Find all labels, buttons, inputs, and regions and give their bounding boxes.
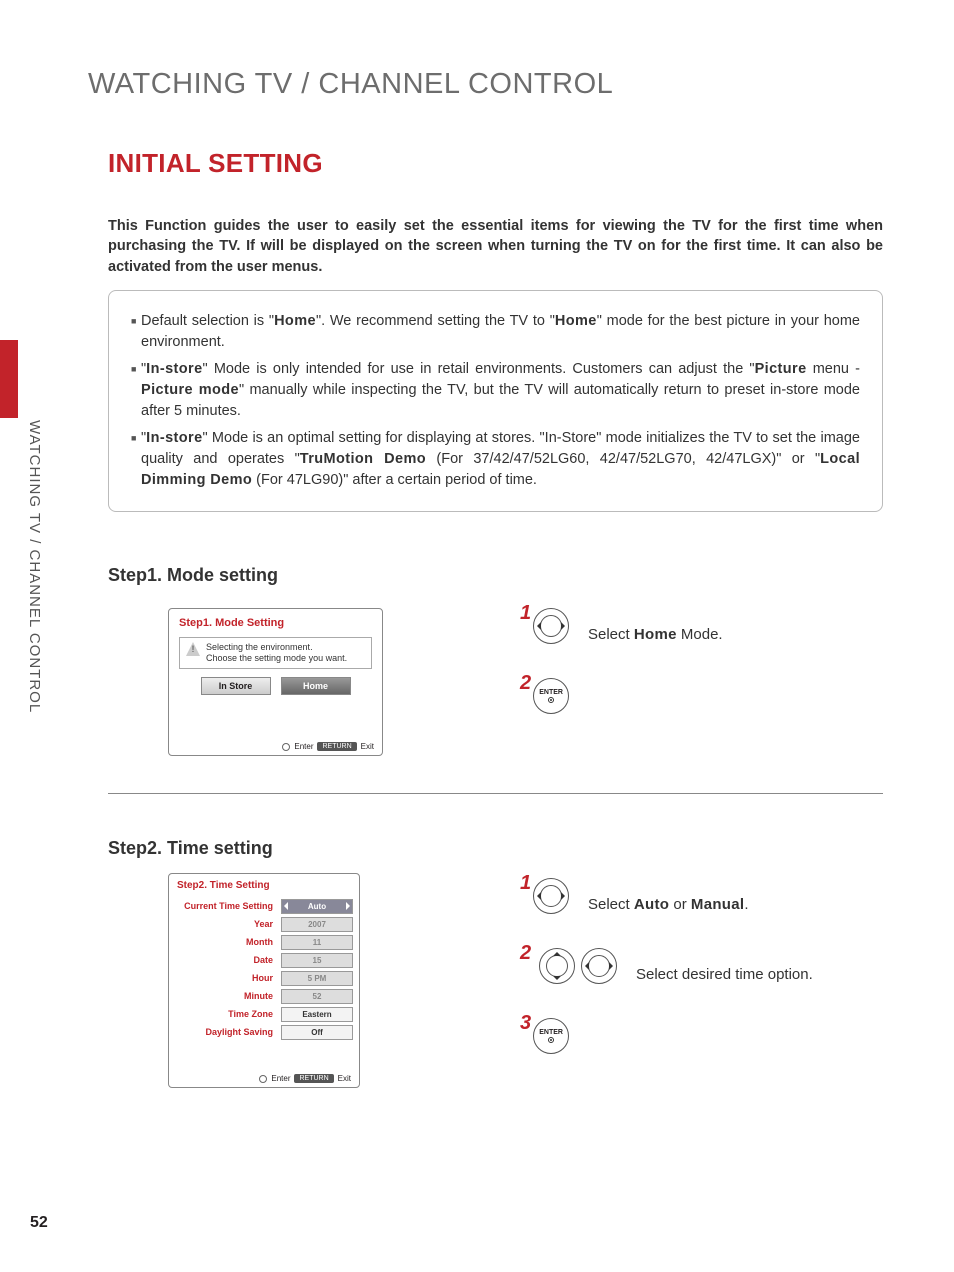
- step2-instruction-1: Select Auto or Manual.: [588, 896, 749, 913]
- enter-button-icon: ENTER: [533, 1018, 569, 1054]
- note2-text3: menu -: [807, 361, 860, 377]
- date-value[interactable]: 15: [281, 953, 353, 968]
- step1-panel-title: Step1. Mode Setting: [169, 609, 382, 637]
- month-label: Month: [175, 937, 281, 947]
- step2-control-2: 2: [520, 948, 617, 984]
- cts-label: Current Time Setting: [175, 901, 281, 911]
- page-edge-tab: [0, 340, 18, 418]
- s2i1b: Auto: [634, 896, 669, 913]
- ds-value[interactable]: Off: [281, 1025, 353, 1040]
- note3-trumotion: TruMotion Demo: [300, 451, 426, 467]
- hour-label: Hour: [175, 973, 281, 983]
- navpad-updown-icon: [539, 948, 575, 984]
- warning-icon: !: [186, 642, 200, 656]
- note1-home2: Home: [555, 313, 597, 329]
- step2-instruction-2: Select desired time option.: [636, 966, 813, 983]
- step1-control-1: 1: [520, 608, 569, 644]
- bullet-icon: ■: [131, 363, 141, 422]
- step1-control-2: 2 ENTER: [520, 678, 569, 714]
- note3-instore: In-store: [146, 430, 202, 446]
- step-number-2: 2: [520, 672, 531, 695]
- note2-picture: Picture: [755, 361, 807, 377]
- note3-text4: (For 47LG90)" after a certain period of …: [252, 472, 537, 488]
- hour-value[interactable]: 5 PM: [281, 971, 353, 986]
- return-chip: RETURN: [317, 742, 356, 751]
- note2-text2: " Mode is only intended for use in retai…: [203, 361, 755, 377]
- step2-control-3: 3 ENTER: [520, 1018, 569, 1054]
- month-value[interactable]: 11: [281, 935, 353, 950]
- year-label: Year: [175, 919, 281, 929]
- page-title: WATCHING TV / CHANNEL CONTROL: [88, 68, 613, 101]
- navpad-leftright-icon: [533, 608, 569, 644]
- step2-heading: Step2. Time setting: [108, 838, 273, 859]
- step1-heading: Step1. Mode setting: [108, 565, 278, 586]
- ds-label: Daylight Saving: [175, 1027, 281, 1037]
- note-bullet-2: ■ "In-store" Mode is only intended for u…: [131, 359, 860, 422]
- enter-dot-icon: [548, 1037, 554, 1043]
- step2-time-panel: Step2. Time Setting Current Time Setting…: [168, 873, 360, 1088]
- note2-instore: In-store: [146, 361, 202, 377]
- divider: [108, 793, 883, 794]
- footer-exit: Exit: [338, 1074, 351, 1083]
- note3-text3: (For 37/42/47/52LG60, 42/47/52LG70, 42/4…: [426, 451, 820, 467]
- enter-label: ENTER: [539, 689, 563, 696]
- s1i1b: Home: [634, 626, 677, 643]
- bullet-icon: ■: [131, 432, 141, 491]
- s2i1a: Select: [588, 896, 634, 913]
- enter-dot-icon: [282, 743, 290, 751]
- sidebar-label: WATCHING TV / CHANNEL CONTROL: [26, 420, 43, 713]
- section-title: INITIAL SETTING: [108, 148, 323, 179]
- instore-button[interactable]: In Store: [201, 677, 271, 695]
- intro-paragraph: This Function guides the user to easily …: [108, 216, 883, 277]
- step2-panel-title: Step2. Time Setting: [169, 874, 359, 897]
- s2i1c: or: [669, 896, 691, 913]
- note2-text4: " manually while inspecting the TV, but …: [141, 382, 860, 419]
- footer-exit: Exit: [361, 742, 374, 751]
- note-bullet-3: ■ "In-store" Mode is an optimal setting …: [131, 428, 860, 491]
- s1i1a: Select: [588, 626, 634, 643]
- year-value[interactable]: 2007: [281, 917, 353, 932]
- date-label: Date: [175, 955, 281, 965]
- notes-box: ■ Default selection is "Home". We recomm…: [108, 290, 883, 512]
- step-number-3: 3: [520, 1012, 531, 1035]
- s2i1d: Manual: [691, 896, 744, 913]
- navpad-leftright-icon: [581, 948, 617, 984]
- footer-enter: Enter: [271, 1074, 290, 1083]
- step1-message-box: ! Selecting the environment. Choose the …: [179, 637, 372, 669]
- step1-msg2: Choose the setting mode you want.: [206, 653, 347, 664]
- minute-value[interactable]: 52: [281, 989, 353, 1004]
- step1-mode-panel: Step1. Mode Setting ! Selecting the envi…: [168, 608, 383, 756]
- step-number-2: 2: [520, 942, 531, 965]
- footer-enter: Enter: [294, 742, 313, 751]
- step1-msg1: Selecting the environment.: [206, 642, 347, 653]
- navpad-leftright-icon: [533, 878, 569, 914]
- return-chip: RETURN: [294, 1074, 333, 1083]
- note1-text: Default selection is ": [141, 313, 274, 329]
- note2-picmode: Picture mode: [141, 382, 239, 398]
- step-number-1: 1: [520, 602, 531, 625]
- step2-control-1: 1: [520, 878, 569, 914]
- enter-button-icon: ENTER: [533, 678, 569, 714]
- panel1-footer: Enter RETURN Exit: [282, 742, 374, 751]
- cts-v: Auto: [308, 902, 326, 911]
- minute-label: Minute: [175, 991, 281, 1001]
- note1-home1: Home: [274, 313, 316, 329]
- enter-dot-icon: [548, 697, 554, 703]
- enter-dot-icon: [259, 1075, 267, 1083]
- page-number: 52: [30, 1214, 48, 1232]
- s2i1e: .: [744, 896, 748, 913]
- note-bullet-1: ■ Default selection is "Home". We recomm…: [131, 311, 860, 353]
- step1-instruction-1: Select Home Mode.: [588, 626, 723, 643]
- note1-text2: ". We recommend setting the TV to ": [316, 313, 555, 329]
- tz-value[interactable]: Eastern: [281, 1007, 353, 1022]
- s1i1c: Mode.: [677, 626, 723, 643]
- panel2-footer: Enter RETURN Exit: [259, 1074, 351, 1083]
- cts-value[interactable]: Auto: [281, 899, 353, 914]
- step-number-1: 1: [520, 872, 531, 895]
- enter-label: ENTER: [539, 1029, 563, 1036]
- tz-label: Time Zone: [175, 1009, 281, 1019]
- home-button[interactable]: Home: [281, 677, 351, 695]
- bullet-icon: ■: [131, 315, 141, 353]
